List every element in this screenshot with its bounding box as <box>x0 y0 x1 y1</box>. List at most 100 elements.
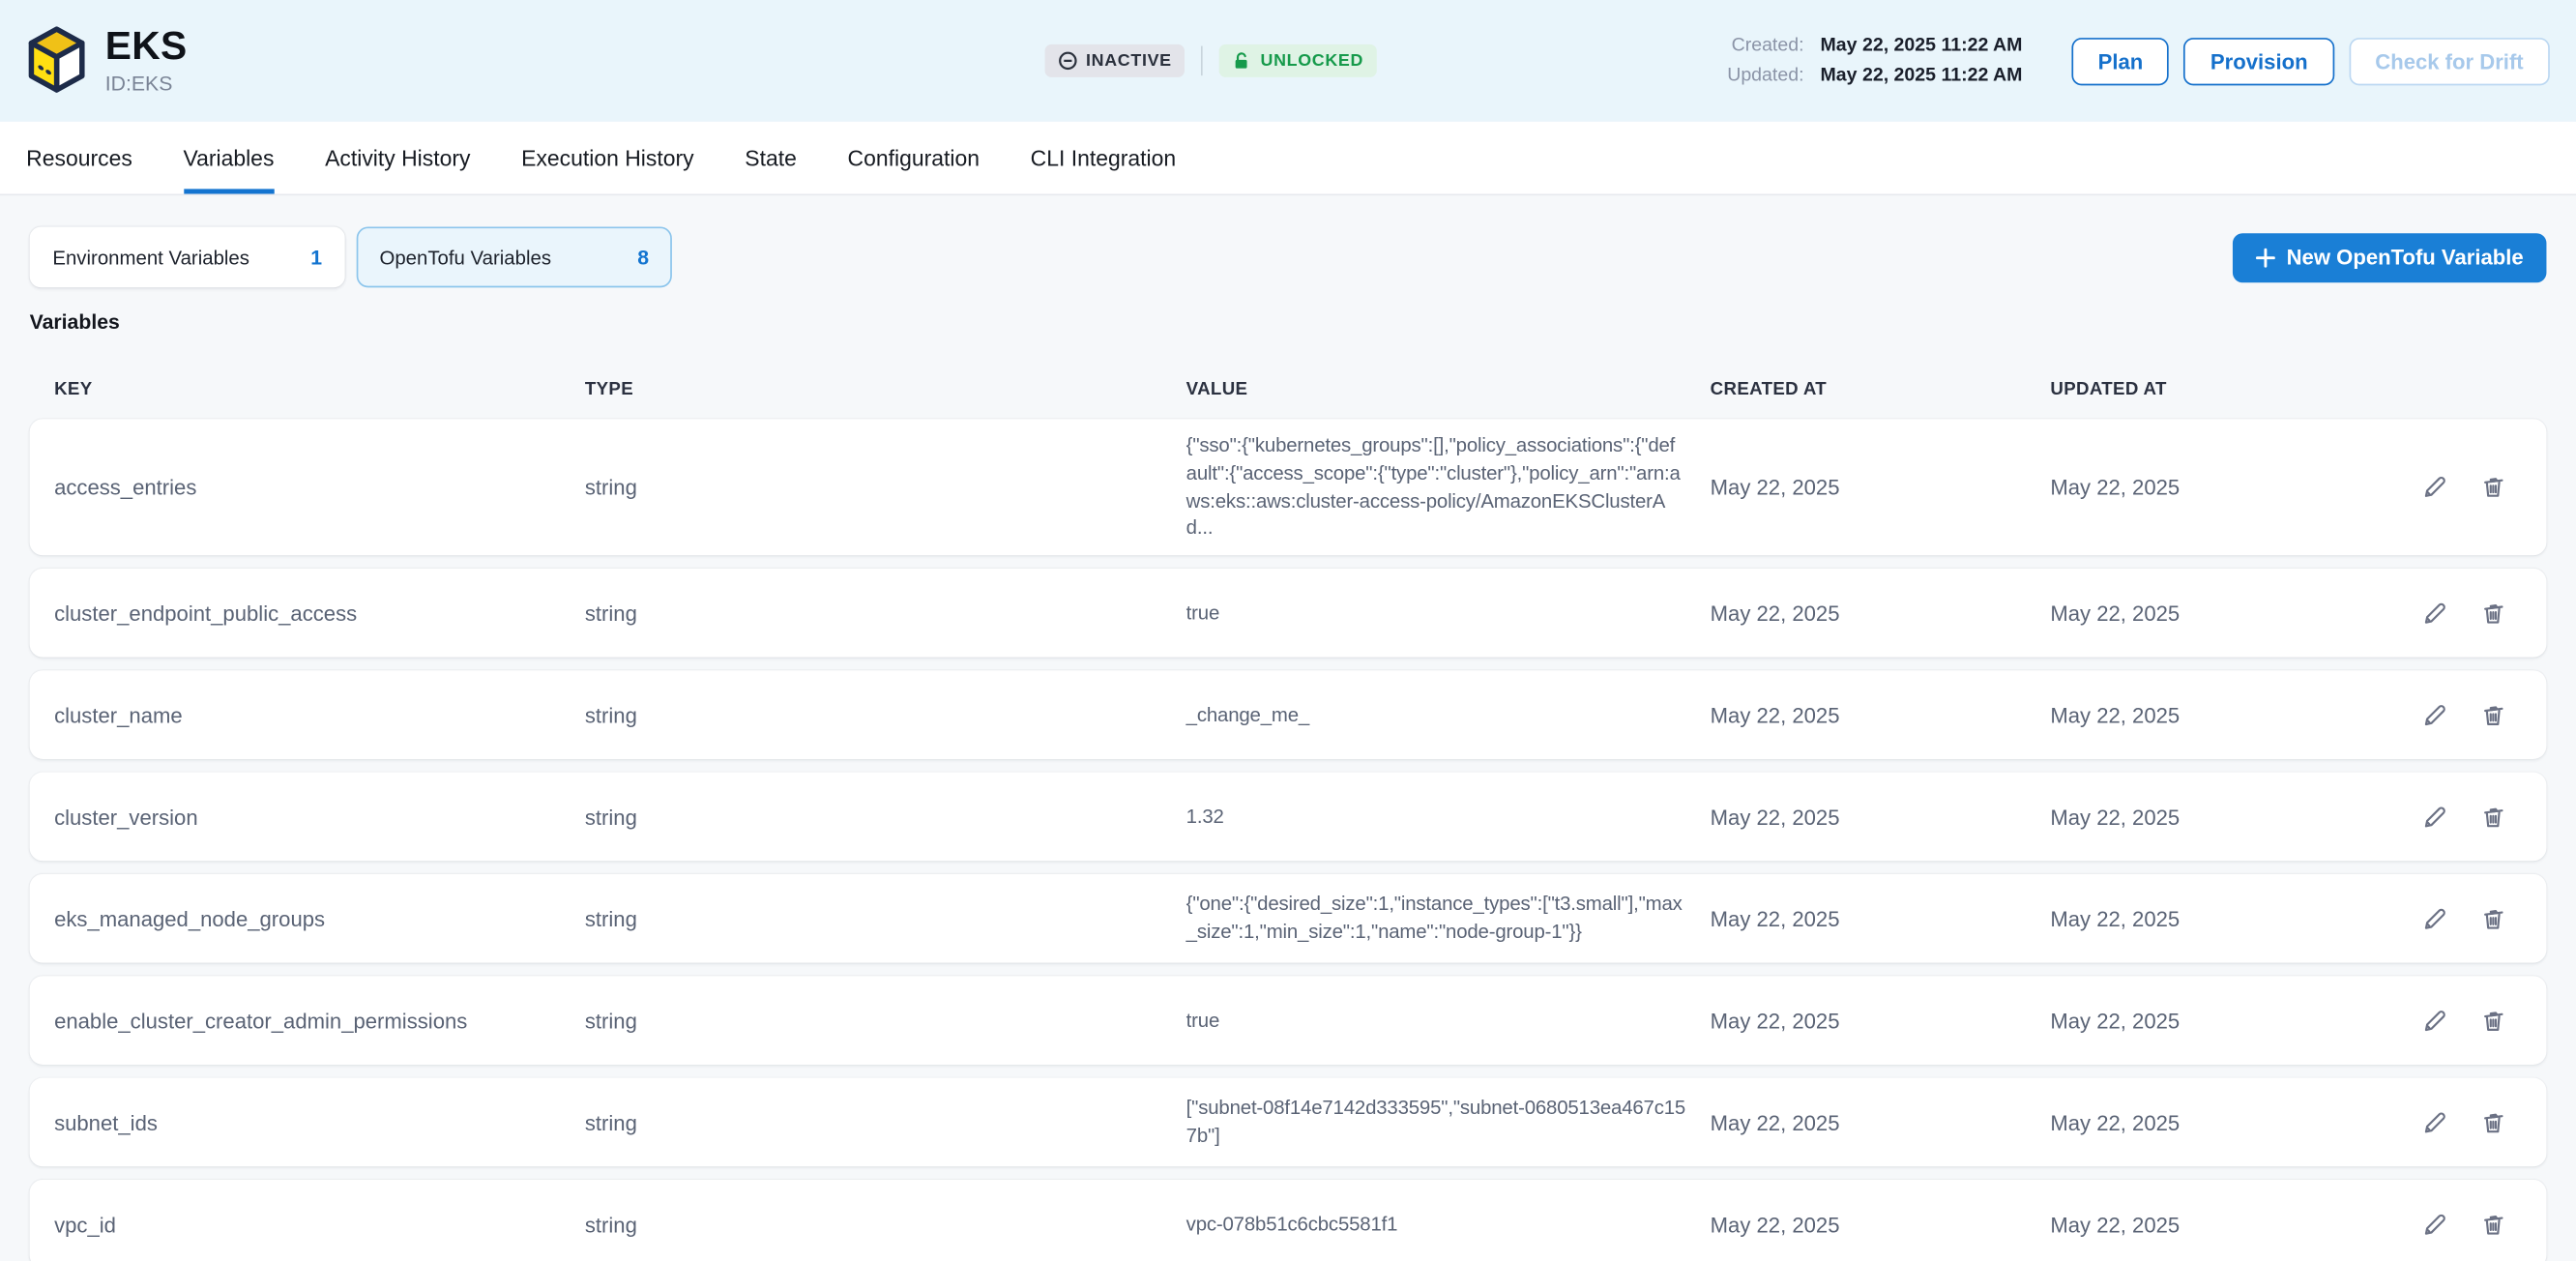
table-header: KEYTYPEVALUECREATED ATUPDATED AT <box>30 379 2547 398</box>
variable-value: true <box>1186 1007 1711 1035</box>
trash-icon <box>2479 701 2507 729</box>
row-actions <box>2329 1211 2506 1239</box>
variable-key: access_entries <box>54 475 585 499</box>
cube-logo-icon <box>26 24 87 97</box>
badge-divider <box>1201 46 1203 76</box>
provision-button[interactable]: Provision <box>2184 37 2334 84</box>
variable-updated-at: May 22, 2025 <box>2050 703 2329 727</box>
pencil-icon <box>2421 905 2449 933</box>
updated-value: May 22, 2025 11:22 AM <box>1814 66 2023 85</box>
variable-key: cluster_name <box>54 703 585 727</box>
delete-variable-button[interactable] <box>2479 1108 2507 1136</box>
tab-cli-integration[interactable]: CLI Integration <box>1031 122 1176 194</box>
variable-key: vpc_id <box>54 1212 585 1236</box>
variables-table: access_entries string {"sso":{"kubernete… <box>30 419 2547 1261</box>
variable-value: _change_me_ <box>1186 701 1711 729</box>
delete-variable-button[interactable] <box>2479 905 2507 933</box>
tab-configuration[interactable]: Configuration <box>848 122 980 194</box>
column-header-key: KEY <box>54 379 585 398</box>
pencil-icon <box>2421 701 2449 729</box>
row-actions <box>2329 1007 2506 1035</box>
trash-icon <box>2479 905 2507 933</box>
trash-icon <box>2479 600 2507 628</box>
edit-variable-button[interactable] <box>2421 600 2449 628</box>
variable-value: vpc-078b51c6cbc5581f1 <box>1186 1211 1711 1239</box>
variable-created-at: May 22, 2025 <box>1711 601 2051 625</box>
variable-type-switcher: Environment Variables 1 OpenTofu Variabl… <box>30 226 2547 287</box>
edit-variable-button[interactable] <box>2421 803 2449 831</box>
row-actions <box>2329 701 2506 729</box>
delete-variable-button[interactable] <box>2479 803 2507 831</box>
variable-created-at: May 22, 2025 <box>1711 1009 2051 1033</box>
environment-id: ID:EKS <box>105 73 188 96</box>
pencil-icon <box>2421 1007 2449 1035</box>
row-actions <box>2329 803 2506 831</box>
tab-state[interactable]: State <box>745 122 797 194</box>
variable-type: string <box>585 601 1186 625</box>
delete-variable-button[interactable] <box>2479 600 2507 628</box>
variable-value: true <box>1186 600 1711 628</box>
table-row: eks_managed_node_groups string {"one":{"… <box>30 874 2547 963</box>
delete-variable-button[interactable] <box>2479 473 2507 501</box>
variable-updated-at: May 22, 2025 <box>2050 805 2329 829</box>
variable-key: cluster_endpoint_public_access <box>54 601 585 625</box>
tab-execution-history[interactable]: Execution History <box>521 122 693 194</box>
edit-variable-button[interactable] <box>2421 905 2449 933</box>
variable-created-at: May 22, 2025 <box>1711 1212 2051 1236</box>
app: EKS ID:EKS INACTIVE UNLOCKED <box>0 0 2576 1261</box>
variable-created-at: May 22, 2025 <box>1711 703 2051 727</box>
environment-variables-count: 1 <box>310 246 322 269</box>
tab-bar: Resources Variables Activity History Execut… <box>0 122 2576 195</box>
variable-type: string <box>585 1212 1186 1236</box>
pencil-icon <box>2421 803 2449 831</box>
pencil-icon <box>2421 1108 2449 1136</box>
subtab-environment-variables[interactable]: Environment Variables 1 <box>30 226 345 287</box>
plan-button[interactable]: Plan <box>2071 37 2169 84</box>
column-header-value: VALUE <box>1186 379 1711 398</box>
variable-updated-at: May 22, 2025 <box>2050 1110 2329 1134</box>
variable-type: string <box>585 703 1186 727</box>
edit-variable-button[interactable] <box>2421 1211 2449 1239</box>
lock-status-badge: UNLOCKED <box>1219 44 1377 77</box>
check-for-drift-button[interactable]: Check for Drift <box>2349 37 2550 84</box>
tab-activity-history[interactable]: Activity History <box>325 122 470 194</box>
header-actions: Plan Provision Check for Drift <box>2071 37 2549 84</box>
variable-created-at: May 22, 2025 <box>1711 906 2051 930</box>
updated-label: Updated: <box>1727 66 1803 85</box>
edit-variable-button[interactable] <box>2421 701 2449 729</box>
delete-variable-button[interactable] <box>2479 1211 2507 1239</box>
table-row: cluster_endpoint_public_access string tr… <box>30 569 2547 658</box>
variable-type: string <box>585 1110 1186 1134</box>
brand-text: EKS ID:EKS <box>105 26 188 96</box>
table-row: cluster_name string _change_me_ May 22, … <box>30 671 2547 760</box>
variable-key: eks_managed_node_groups <box>54 906 585 930</box>
variable-key: subnet_ids <box>54 1110 585 1134</box>
variable-updated-at: May 22, 2025 <box>2050 475 2329 499</box>
variable-value: {"one":{"desired_size":1,"instance_types… <box>1186 892 1711 947</box>
table-row: access_entries string {"sso":{"kubernete… <box>30 419 2547 555</box>
subtab-opentofu-variables[interactable]: OpenTofu Variables 8 <box>357 226 672 287</box>
row-actions <box>2329 905 2506 933</box>
delete-variable-button[interactable] <box>2479 1007 2507 1035</box>
row-actions <box>2329 473 2506 501</box>
edit-variable-button[interactable] <box>2421 473 2449 501</box>
edit-variable-button[interactable] <box>2421 1108 2449 1136</box>
column-header-created-at: CREATED AT <box>1711 379 2051 398</box>
tab-variables[interactable]: Variables <box>183 122 274 194</box>
pencil-icon <box>2421 1211 2449 1239</box>
page-title: EKS <box>105 26 188 68</box>
variable-created-at: May 22, 2025 <box>1711 1110 2051 1134</box>
variable-created-at: May 22, 2025 <box>1711 805 2051 829</box>
variable-type: string <box>585 475 1186 499</box>
variable-value: {"sso":{"kubernetes_groups":[],"policy_a… <box>1186 432 1711 543</box>
new-opentofu-variable-button[interactable]: New OpenTofu Variable <box>2233 232 2547 281</box>
table-row: enable_cluster_creator_admin_permissions… <box>30 977 2547 1066</box>
delete-variable-button[interactable] <box>2479 701 2507 729</box>
variable-updated-at: May 22, 2025 <box>2050 1009 2329 1033</box>
opentofu-variables-count: 8 <box>637 246 649 269</box>
tab-resources[interactable]: Resources <box>26 122 132 194</box>
edit-variable-button[interactable] <box>2421 1007 2449 1035</box>
variable-updated-at: May 22, 2025 <box>2050 1212 2329 1236</box>
trash-icon <box>2479 1007 2507 1035</box>
environment-header: EKS ID:EKS INACTIVE UNLOCKED <box>0 0 2576 122</box>
